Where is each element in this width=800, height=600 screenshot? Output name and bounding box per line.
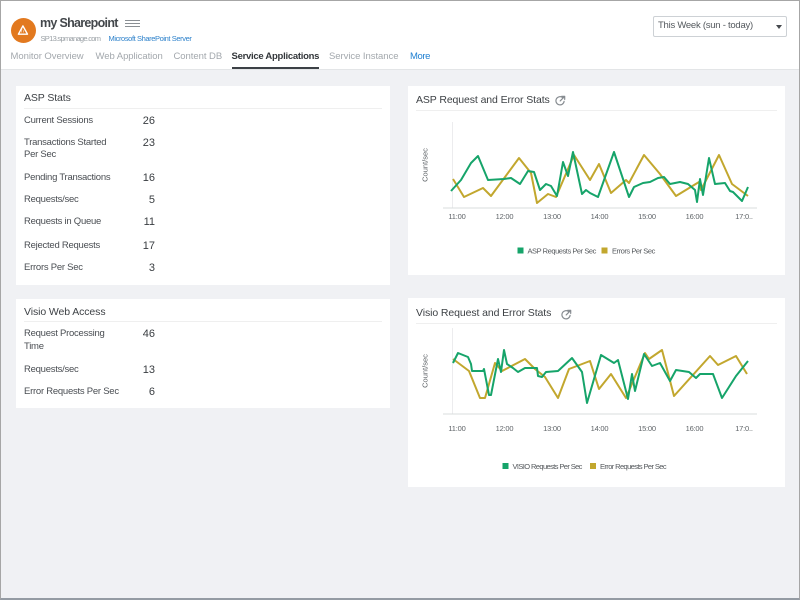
svg-text:16:00: 16:00 [686,424,704,433]
svg-text:15:00: 15:00 [638,212,656,221]
svg-text:17:0..: 17:0.. [735,424,753,433]
svg-text:ASP Requests Per Sec: ASP Requests Per Sec [528,247,597,256]
svg-text:Errors Per Sec: Errors Per Sec [612,247,656,256]
svg-text:12:00: 12:00 [496,424,514,433]
svg-text:Error Requests Per Sec: Error Requests Per Sec [600,462,667,471]
svg-text:VISIO Requests Per Sec: VISIO Requests Per Sec [513,462,583,471]
svg-text:11:00: 11:00 [448,424,465,433]
svg-text:Count/sec: Count/sec [421,148,430,182]
svg-text:13:00: 13:00 [543,212,561,221]
svg-text:14:00: 14:00 [591,424,609,433]
svg-text:14:00: 14:00 [591,212,609,221]
svg-text:Count/sec: Count/sec [421,354,430,388]
svg-text:12:00: 12:00 [496,212,514,221]
svg-text:17:0..: 17:0.. [735,212,753,221]
svg-text:15:00: 15:00 [638,424,656,433]
svg-text:13:00: 13:00 [543,424,561,433]
svg-text:16:00: 16:00 [686,212,704,221]
svg-text:11:00: 11:00 [448,212,465,221]
